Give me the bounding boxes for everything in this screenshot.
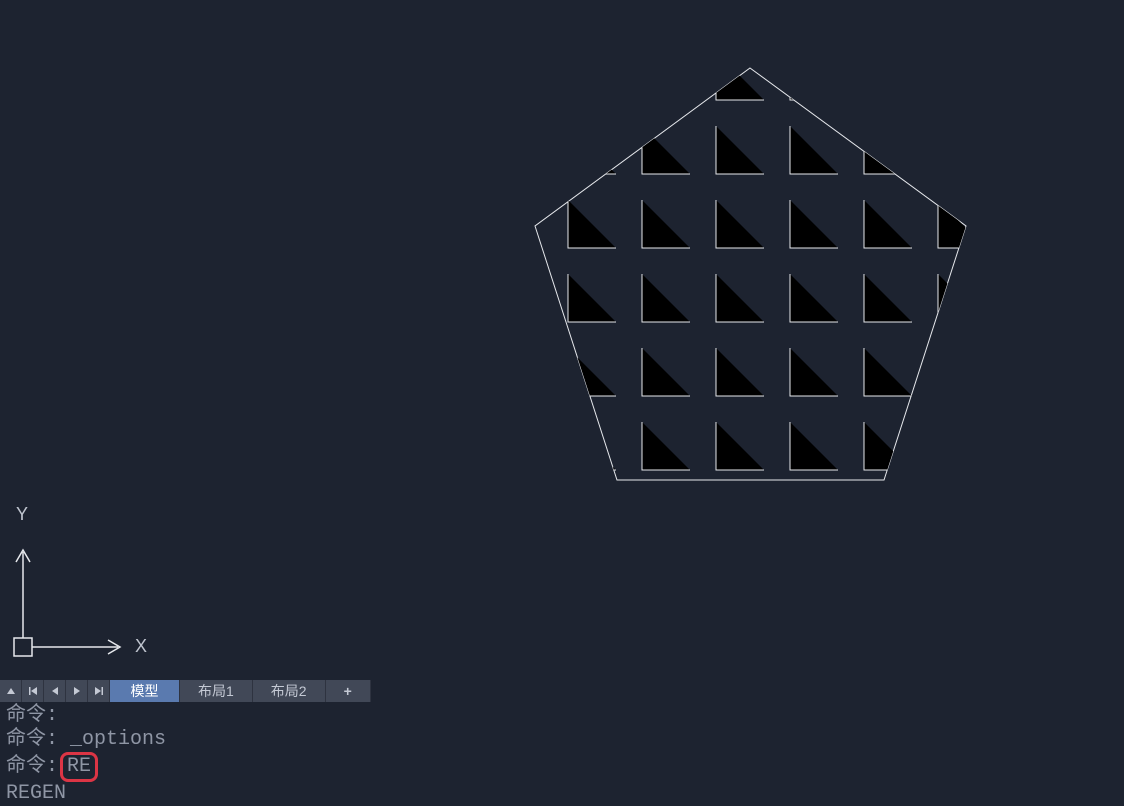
command-line-panel[interactable]: 命令: 命令: _options 命令:RE REGEN xyxy=(0,702,1124,806)
command-line-4: REGEN xyxy=(6,782,1118,806)
drawing-canvas[interactable]: X Y xyxy=(0,0,1124,680)
tab-add-button[interactable]: + xyxy=(326,680,371,702)
tab-nav-first-icon[interactable] xyxy=(22,680,44,702)
tab-layout2[interactable]: 布局2 xyxy=(253,680,326,702)
ucs-x-label: X xyxy=(135,636,147,657)
tab-nav-last-icon[interactable] xyxy=(88,680,110,702)
ucs-y-label: Y xyxy=(16,504,28,525)
command-line-2: 命令: _options xyxy=(6,728,1118,752)
tab-nav-up-icon[interactable] xyxy=(0,680,22,702)
pentagon-shape xyxy=(535,68,966,480)
layout-tab-bar: 模型 布局1 布局2 + xyxy=(0,680,1124,702)
command-line-3: 命令:RE xyxy=(6,752,1118,782)
tab-nav-prev-icon[interactable] xyxy=(44,680,66,702)
hatch-pattern xyxy=(568,52,986,470)
ucs-icon xyxy=(14,550,120,656)
highlighted-command: RE xyxy=(60,752,98,782)
tab-layout1[interactable]: 布局1 xyxy=(180,680,253,702)
tab-nav-next-icon[interactable] xyxy=(66,680,88,702)
command-line-1: 命令: xyxy=(6,704,1118,728)
tab-bar-spacer xyxy=(371,680,1124,702)
tab-model[interactable]: 模型 xyxy=(110,680,180,702)
